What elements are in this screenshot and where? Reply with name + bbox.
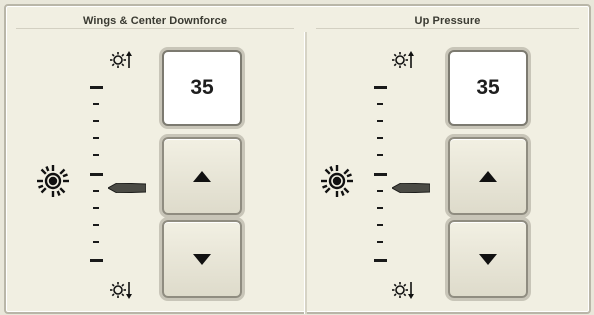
scale-tick xyxy=(93,154,99,156)
scale-tick xyxy=(93,103,99,105)
scale-tick xyxy=(93,241,99,243)
scale-tick xyxy=(377,241,383,243)
settings-frame: Wings & Center Downforce 35 Up Pressure … xyxy=(4,4,591,314)
scale-tick xyxy=(93,224,99,226)
pressure-increase-icon xyxy=(392,51,414,68)
gauge-wheel-icon xyxy=(37,165,69,197)
downforce-scale xyxy=(90,86,104,262)
level-pointer-icon xyxy=(108,183,146,193)
scale-tick xyxy=(377,120,383,122)
scale-tick xyxy=(377,154,383,156)
arrow-down-icon xyxy=(193,253,211,265)
scale-tick xyxy=(93,137,99,139)
scale-tick xyxy=(374,86,387,89)
scale-tick xyxy=(374,173,387,176)
downforce-decrease-button[interactable] xyxy=(162,220,242,298)
gauge-wheel-icon xyxy=(321,165,353,197)
scale-tick xyxy=(377,137,383,139)
title-divider xyxy=(16,28,294,29)
pressure-decrease-icon xyxy=(392,282,414,299)
panel-title: Up Pressure xyxy=(414,15,481,27)
up-pressure-panel: Up Pressure 35 xyxy=(306,6,589,312)
scale-tick xyxy=(377,207,383,209)
scale-tick xyxy=(377,103,383,105)
arrow-up-icon xyxy=(193,170,211,182)
downforce-increase-icon xyxy=(110,51,132,68)
scale-tick xyxy=(377,190,383,192)
downforce-panel: Wings & Center Downforce 35 xyxy=(6,6,304,312)
pressure-scale xyxy=(374,86,388,262)
scale-tick xyxy=(93,120,99,122)
arrow-up-icon xyxy=(479,170,497,182)
scale-tick xyxy=(90,173,103,176)
pressure-increase-button[interactable] xyxy=(448,137,528,215)
pressure-decrease-button[interactable] xyxy=(448,220,528,298)
scale-tick xyxy=(90,86,103,89)
scale-tick xyxy=(93,190,99,192)
scale-tick xyxy=(377,224,383,226)
panel-title: Wings & Center Downforce xyxy=(82,15,228,27)
level-pointer-icon xyxy=(392,183,430,193)
downforce-increase-button[interactable] xyxy=(162,137,242,215)
downforce-decrease-icon xyxy=(110,282,132,299)
pressure-value-display: 35 xyxy=(448,50,528,126)
scale-tick xyxy=(90,259,103,262)
scale-tick xyxy=(374,259,387,262)
title-divider xyxy=(316,28,579,29)
arrow-down-icon xyxy=(479,253,497,265)
downforce-value-display: 35 xyxy=(162,50,242,126)
scale-tick xyxy=(93,207,99,209)
